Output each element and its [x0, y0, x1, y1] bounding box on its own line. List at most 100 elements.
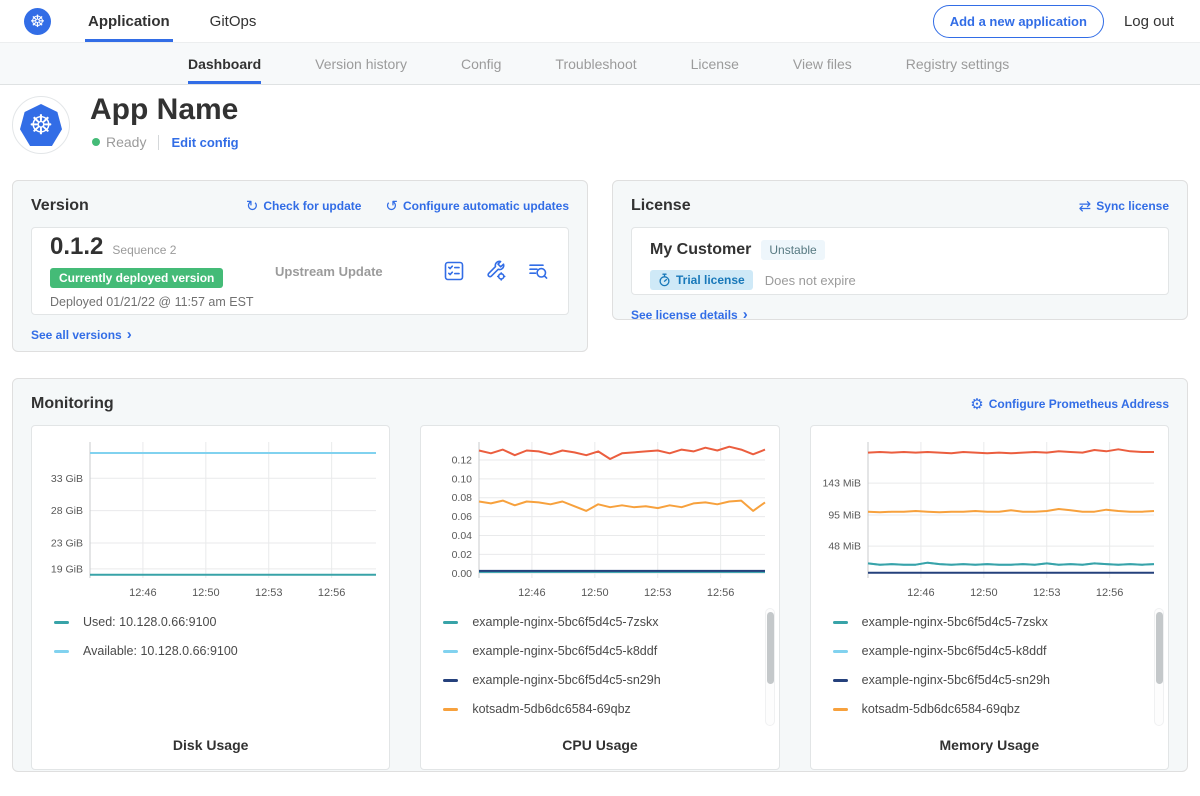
chevron-right-icon: › [743, 307, 748, 322]
legend-label: example-nginx-5bc6f5d4c5-7zskx [472, 615, 658, 629]
legend-scrollbar[interactable] [1154, 608, 1164, 726]
legend-scrollbar-thumb[interactable] [1156, 612, 1163, 684]
configure-automatic-updates-link[interactable]: ↺ Configure automatic updates [385, 197, 569, 215]
tab-view-files[interactable]: View files [793, 43, 852, 84]
deploy-logs-icon[interactable] [526, 259, 550, 283]
svg-text:12:56: 12:56 [707, 587, 735, 599]
svg-text:12:53: 12:53 [1033, 587, 1061, 599]
legend-swatch [443, 621, 458, 624]
legend-scrollbar[interactable] [765, 608, 775, 726]
disk-usage-chart-panel: 12:4612:5012:5312:5633 GiB28 GiB23 GiB19… [31, 425, 390, 770]
monitoring-card: Monitoring ⚙ Configure Prometheus Addres… [12, 378, 1188, 772]
memory-usage-plot: 12:4612:5012:5312:56143 MiB95 MiB48 MiB [816, 434, 1162, 604]
disk-usage-title: Disk Usage [32, 737, 389, 753]
legend-label: example-nginx-5bc6f5d4c5-sn29h [862, 673, 1050, 687]
legend-label: Available: 10.128.0.66:9100 [83, 644, 238, 658]
deployed-badge: Currently deployed version [50, 268, 223, 288]
version-sequence: Sequence 2 [112, 243, 176, 257]
legend-item[interactable]: example-nginx-5bc6f5d4c5-k8ddf [443, 643, 778, 659]
svg-text:0.04: 0.04 [452, 530, 473, 542]
clock-refresh-icon: ↺ [385, 197, 398, 215]
tab-license[interactable]: License [691, 43, 739, 84]
svg-text:12:46: 12:46 [129, 587, 157, 599]
config-wrench-icon[interactable] [484, 259, 508, 283]
charts-row: 12:4612:5012:5312:5633 GiB28 GiB23 GiB19… [31, 425, 1169, 770]
legend-item[interactable]: kotsadm-5db6dc6584-69qbz [833, 701, 1168, 717]
topnav-tab-application[interactable]: Application [85, 0, 173, 42]
legend-item[interactable]: example-nginx-5bc6f5d4c5-k8ddf [833, 643, 1168, 659]
tab-troubleshoot[interactable]: Troubleshoot [555, 43, 636, 84]
svg-text:28 GiB: 28 GiB [51, 505, 83, 517]
legend-item[interactable]: Used: 10.128.0.66:9100 [54, 614, 389, 630]
legend-label: Used: 10.128.0.66:9100 [83, 615, 216, 629]
app-header: ☸ App Name Ready Edit config [0, 85, 1200, 180]
refresh-icon: ↻ [246, 197, 259, 215]
legend-item[interactable]: example-nginx-5bc6f5d4c5-7zskx [443, 614, 778, 630]
license-card-title: License [631, 197, 691, 215]
customer-name: My Customer [650, 241, 751, 259]
tab-config[interactable]: Config [461, 43, 501, 84]
legend-label: example-nginx-5bc6f5d4c5-k8ddf [862, 644, 1047, 658]
license-panel: My Customer Unstable Trial license Does … [631, 227, 1169, 295]
preflight-checks-icon[interactable] [442, 259, 466, 283]
edit-config-link[interactable]: Edit config [171, 135, 238, 150]
legend-swatch [54, 621, 69, 624]
legend-scrollbar-thumb[interactable] [767, 612, 774, 684]
cpu-usage-plot: 12:4612:5012:5312:560.120.100.080.060.04… [427, 434, 773, 604]
logout-button[interactable]: Log out [1124, 13, 1174, 30]
legend-item[interactable]: Available: 10.128.0.66:9100 [54, 643, 389, 659]
sync-license-link[interactable]: ⇄ Sync license [1079, 197, 1169, 215]
kubernetes-app-icon: ☸ [20, 104, 62, 146]
gear-icon: ⚙ [970, 395, 983, 413]
legend-swatch [54, 650, 69, 653]
license-card: License ⇄ Sync license My Customer Unsta… [612, 180, 1188, 320]
topnav-tab-gitops[interactable]: GitOps [207, 0, 260, 42]
memory-usage-chart-panel: 12:4612:5012:5312:56143 MiB95 MiB48 MiBe… [810, 425, 1169, 770]
svg-text:0.00: 0.00 [452, 568, 473, 580]
legend-item[interactable]: example-nginx-5bc6f5d4c5-7zskx [833, 614, 1168, 630]
legend-swatch [443, 708, 458, 711]
tab-dashboard[interactable]: Dashboard [188, 43, 261, 84]
license-type-badge: Trial license [650, 270, 753, 290]
page-title: App Name [90, 93, 238, 127]
disk-usage-legend: Used: 10.128.0.66:9100 Available: 10.128.… [54, 614, 389, 659]
memory-usage-title: Memory Usage [811, 737, 1168, 753]
svg-text:12:53: 12:53 [644, 587, 672, 599]
tab-registry-settings[interactable]: Registry settings [906, 43, 1009, 84]
svg-text:0.02: 0.02 [452, 549, 473, 561]
add-new-application-button[interactable]: Add a new application [933, 5, 1104, 38]
topnav-right: Add a new application Log out [933, 0, 1200, 42]
svg-text:12:46: 12:46 [518, 587, 546, 599]
legend-item[interactable]: example-nginx-5bc6f5d4c5-sn29h [443, 672, 778, 688]
svg-text:0.06: 0.06 [452, 511, 473, 523]
legend-label: example-nginx-5bc6f5d4c5-k8ddf [472, 644, 657, 658]
divider [158, 135, 159, 150]
legend-label: kotsadm-5db6dc6584-69qbz [862, 702, 1020, 716]
memory-usage-legend: example-nginx-5bc6f5d4c5-7zskx example-ng… [833, 614, 1168, 717]
license-expiry: Does not expire [765, 273, 856, 288]
see-all-versions-link[interactable]: See all versions [31, 328, 122, 342]
current-version-panel: 0.1.2 Sequence 2 Currently deployed vers… [31, 227, 569, 315]
svg-text:12:53: 12:53 [255, 587, 283, 599]
version-card: Version ↻ Check for update ↺ Configure a… [12, 180, 588, 352]
configure-prometheus-link[interactable]: ⚙ Configure Prometheus Address [970, 395, 1169, 413]
legend-item[interactable]: example-nginx-5bc6f5d4c5-sn29h [833, 672, 1168, 688]
svg-text:48 MiB: 48 MiB [829, 541, 862, 553]
legend-swatch [833, 708, 848, 711]
legend-label: example-nginx-5bc6f5d4c5-sn29h [472, 673, 660, 687]
brand-logo[interactable]: ☸ [24, 0, 51, 42]
check-for-update-link[interactable]: ↻ Check for update [246, 197, 362, 215]
chevron-right-icon: › [127, 327, 132, 342]
legend-swatch [833, 650, 848, 653]
app-avatar: ☸ [12, 96, 70, 154]
svg-text:12:50: 12:50 [581, 587, 609, 599]
svg-text:95 MiB: 95 MiB [829, 509, 862, 521]
svg-text:12:56: 12:56 [318, 587, 346, 599]
see-license-details-link[interactable]: See license details [631, 308, 738, 322]
svg-text:12:50: 12:50 [970, 587, 998, 599]
tab-version-history[interactable]: Version history [315, 43, 407, 84]
legend-item[interactable]: kotsadm-5db6dc6584-69qbz [443, 701, 778, 717]
sync-arrows-icon: ⇄ [1079, 197, 1092, 215]
svg-text:0.12: 0.12 [452, 454, 473, 466]
deployed-timestamp: Deployed 01/21/22 @ 11:57 am EST [50, 295, 275, 309]
